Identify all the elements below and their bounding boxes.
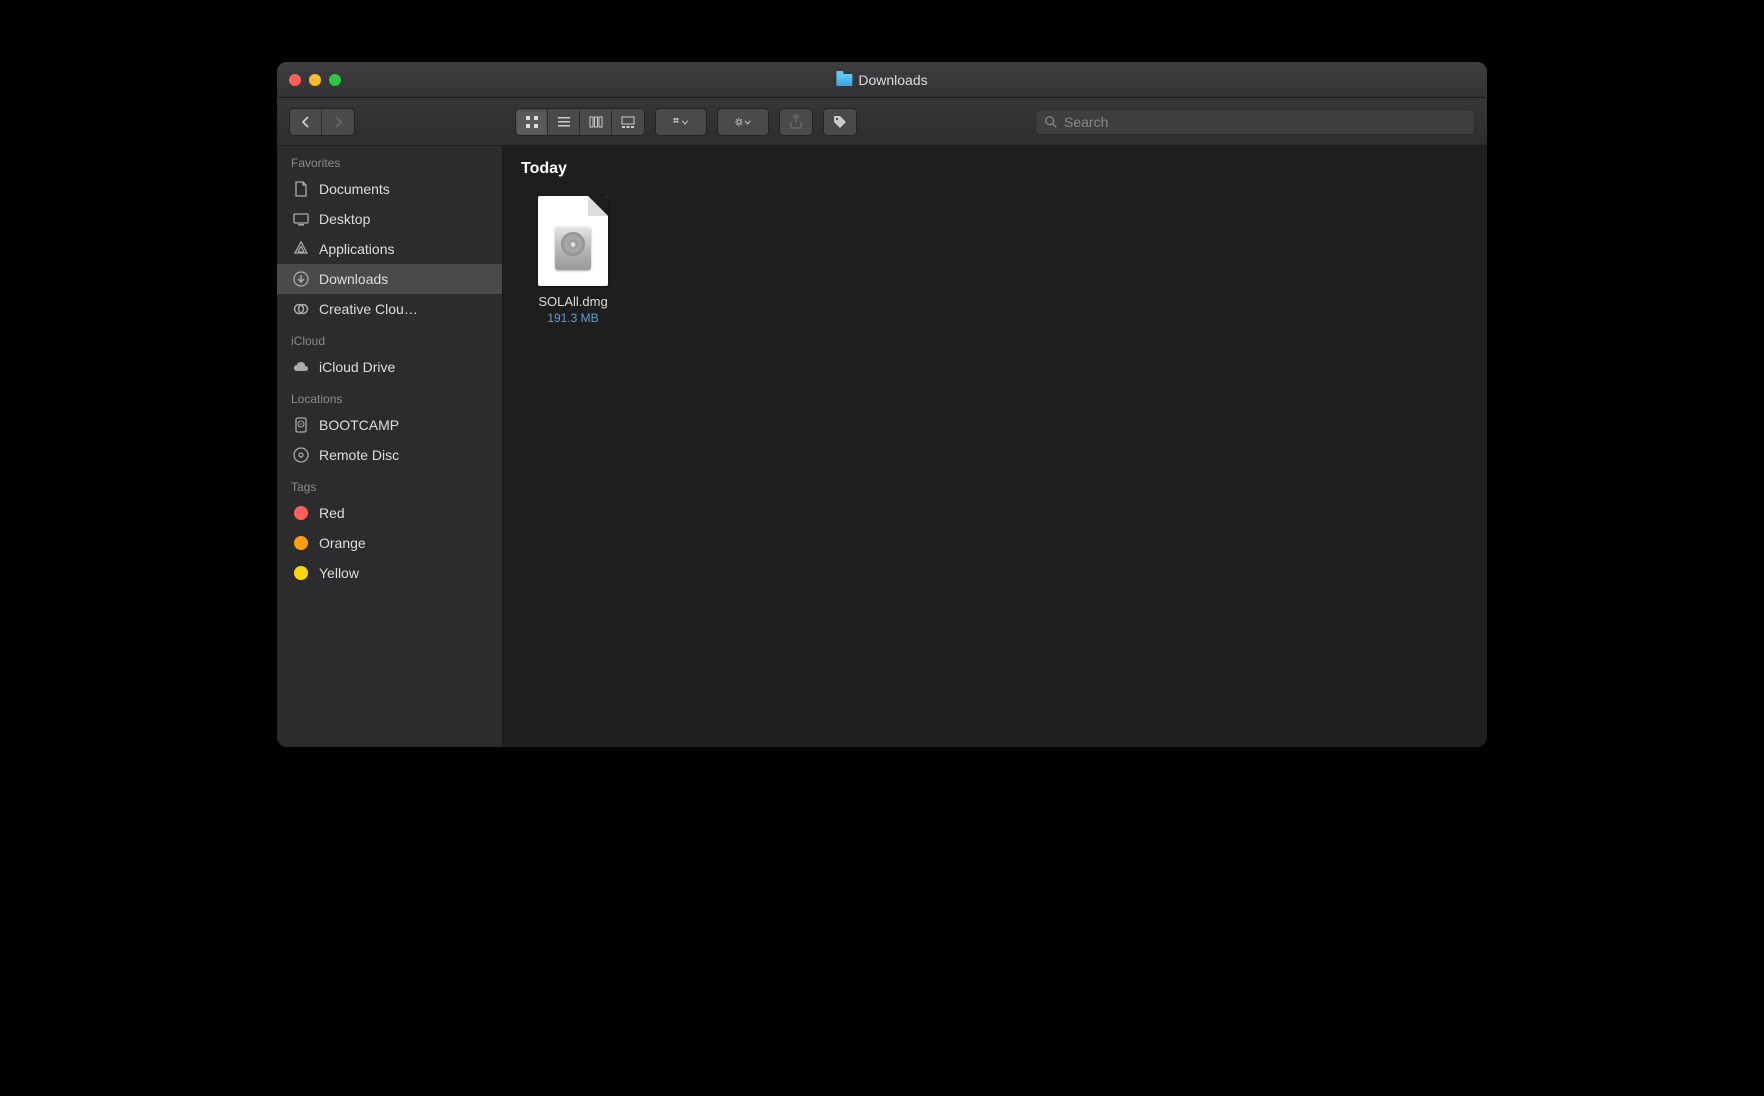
- sidebar-item-orange[interactable]: Orange: [277, 528, 502, 558]
- arrange-button[interactable]: [656, 109, 706, 135]
- arrange-group: [655, 108, 707, 136]
- sidebar-item-label: Red: [319, 505, 345, 521]
- file-grid: SOLAll.dmg 191.3 MB: [503, 186, 1487, 335]
- tag-dot-icon: [291, 503, 311, 523]
- window-controls: [289, 74, 341, 86]
- sidebar-section-header: iCloud: [277, 324, 502, 352]
- share-button[interactable]: [780, 109, 812, 135]
- chevron-right-icon: [330, 114, 346, 130]
- sidebar: Favorites Documents Desktop Applications Dow…: [277, 146, 503, 747]
- forward-button[interactable]: [322, 109, 354, 135]
- downloads-icon: [291, 269, 311, 289]
- sidebar-item-label: Documents: [319, 181, 390, 197]
- chevron-left-icon: [298, 114, 314, 130]
- list-view-button[interactable]: [548, 109, 580, 135]
- cc-icon: [291, 299, 311, 319]
- minimize-button[interactable]: [309, 74, 321, 86]
- gear-icon: [735, 114, 751, 130]
- sidebar-item-label: Yellow: [319, 565, 359, 581]
- sidebar-item-applications[interactable]: Applications: [277, 234, 502, 264]
- file-item[interactable]: SOLAll.dmg 191.3 MB: [523, 196, 623, 325]
- cloud-icon: [291, 357, 311, 377]
- window-title-text: Downloads: [858, 72, 927, 88]
- sidebar-item-icloud-drive[interactable]: iCloud Drive: [277, 352, 502, 382]
- sidebar-item-label: Orange: [319, 535, 366, 551]
- doc-icon: [291, 179, 311, 199]
- group-header: Today: [503, 146, 1487, 186]
- search-input[interactable]: [1064, 114, 1466, 130]
- sidebar-section-header: Favorites: [277, 146, 502, 174]
- file-size: 191.3 MB: [547, 311, 598, 325]
- nav-buttons: [289, 108, 355, 136]
- content-area[interactable]: Today SOLAll.dmg 191.3 MB: [503, 146, 1487, 747]
- column-view-button[interactable]: [580, 109, 612, 135]
- sidebar-item-documents[interactable]: Documents: [277, 174, 502, 204]
- finder-window: Downloads: [277, 62, 1487, 747]
- share-group: [779, 108, 813, 136]
- sidebar-item-label: Remote Disc: [319, 447, 399, 463]
- window-title: Downloads: [836, 72, 927, 88]
- sidebar-item-desktop[interactable]: Desktop: [277, 204, 502, 234]
- sidebar-item-yellow[interactable]: Yellow: [277, 558, 502, 588]
- sidebar-item-bootcamp[interactable]: BOOTCAMP: [277, 410, 502, 440]
- gallery-view-button[interactable]: [612, 109, 644, 135]
- sidebar-item-label: BOOTCAMP: [319, 417, 399, 433]
- list-icon: [556, 114, 572, 130]
- sidebar-item-red[interactable]: Red: [277, 498, 502, 528]
- tags-button[interactable]: [824, 109, 856, 135]
- close-button[interactable]: [289, 74, 301, 86]
- sidebar-item-label: Desktop: [319, 211, 370, 227]
- view-mode-group: [515, 108, 645, 136]
- search-field[interactable]: [1035, 109, 1475, 135]
- grid-icon: [524, 114, 540, 130]
- toolbar: [277, 98, 1487, 146]
- share-icon: [788, 114, 804, 130]
- back-button[interactable]: [290, 109, 322, 135]
- fullscreen-button[interactable]: [329, 74, 341, 86]
- sidebar-item-label: Applications: [319, 241, 395, 257]
- titlebar[interactable]: Downloads: [277, 62, 1487, 98]
- folder-icon: [836, 74, 852, 86]
- search-icon: [1044, 115, 1058, 129]
- desktop-icon: [291, 209, 311, 229]
- icon-view-button[interactable]: [516, 109, 548, 135]
- columns-icon: [588, 114, 604, 130]
- action-group: [717, 108, 769, 136]
- gallery-icon: [620, 114, 636, 130]
- file-name: SOLAll.dmg: [538, 294, 607, 309]
- sidebar-item-label: Creative Clou…: [319, 301, 418, 317]
- tags-group: [823, 108, 857, 136]
- tag-dot-icon: [291, 563, 311, 583]
- sidebar-item-label: Downloads: [319, 271, 388, 287]
- sidebar-item-remote-disc[interactable]: Remote Disc: [277, 440, 502, 470]
- sidebar-section-header: Locations: [277, 382, 502, 410]
- sidebar-item-label: iCloud Drive: [319, 359, 395, 375]
- arrange-icon: [673, 114, 689, 130]
- body: Favorites Documents Desktop Applications Dow…: [277, 146, 1487, 747]
- sidebar-item-downloads[interactable]: Downloads: [277, 264, 502, 294]
- hdd-icon: [291, 415, 311, 435]
- tag-dot-icon: [291, 533, 311, 553]
- apps-icon: [291, 239, 311, 259]
- disc-icon: [291, 445, 311, 465]
- sidebar-item-creative-clou-[interactable]: Creative Clou…: [277, 294, 502, 324]
- action-button[interactable]: [718, 109, 768, 135]
- tag-icon: [832, 114, 848, 130]
- sidebar-section-header: Tags: [277, 470, 502, 498]
- dmg-file-icon: [538, 196, 608, 286]
